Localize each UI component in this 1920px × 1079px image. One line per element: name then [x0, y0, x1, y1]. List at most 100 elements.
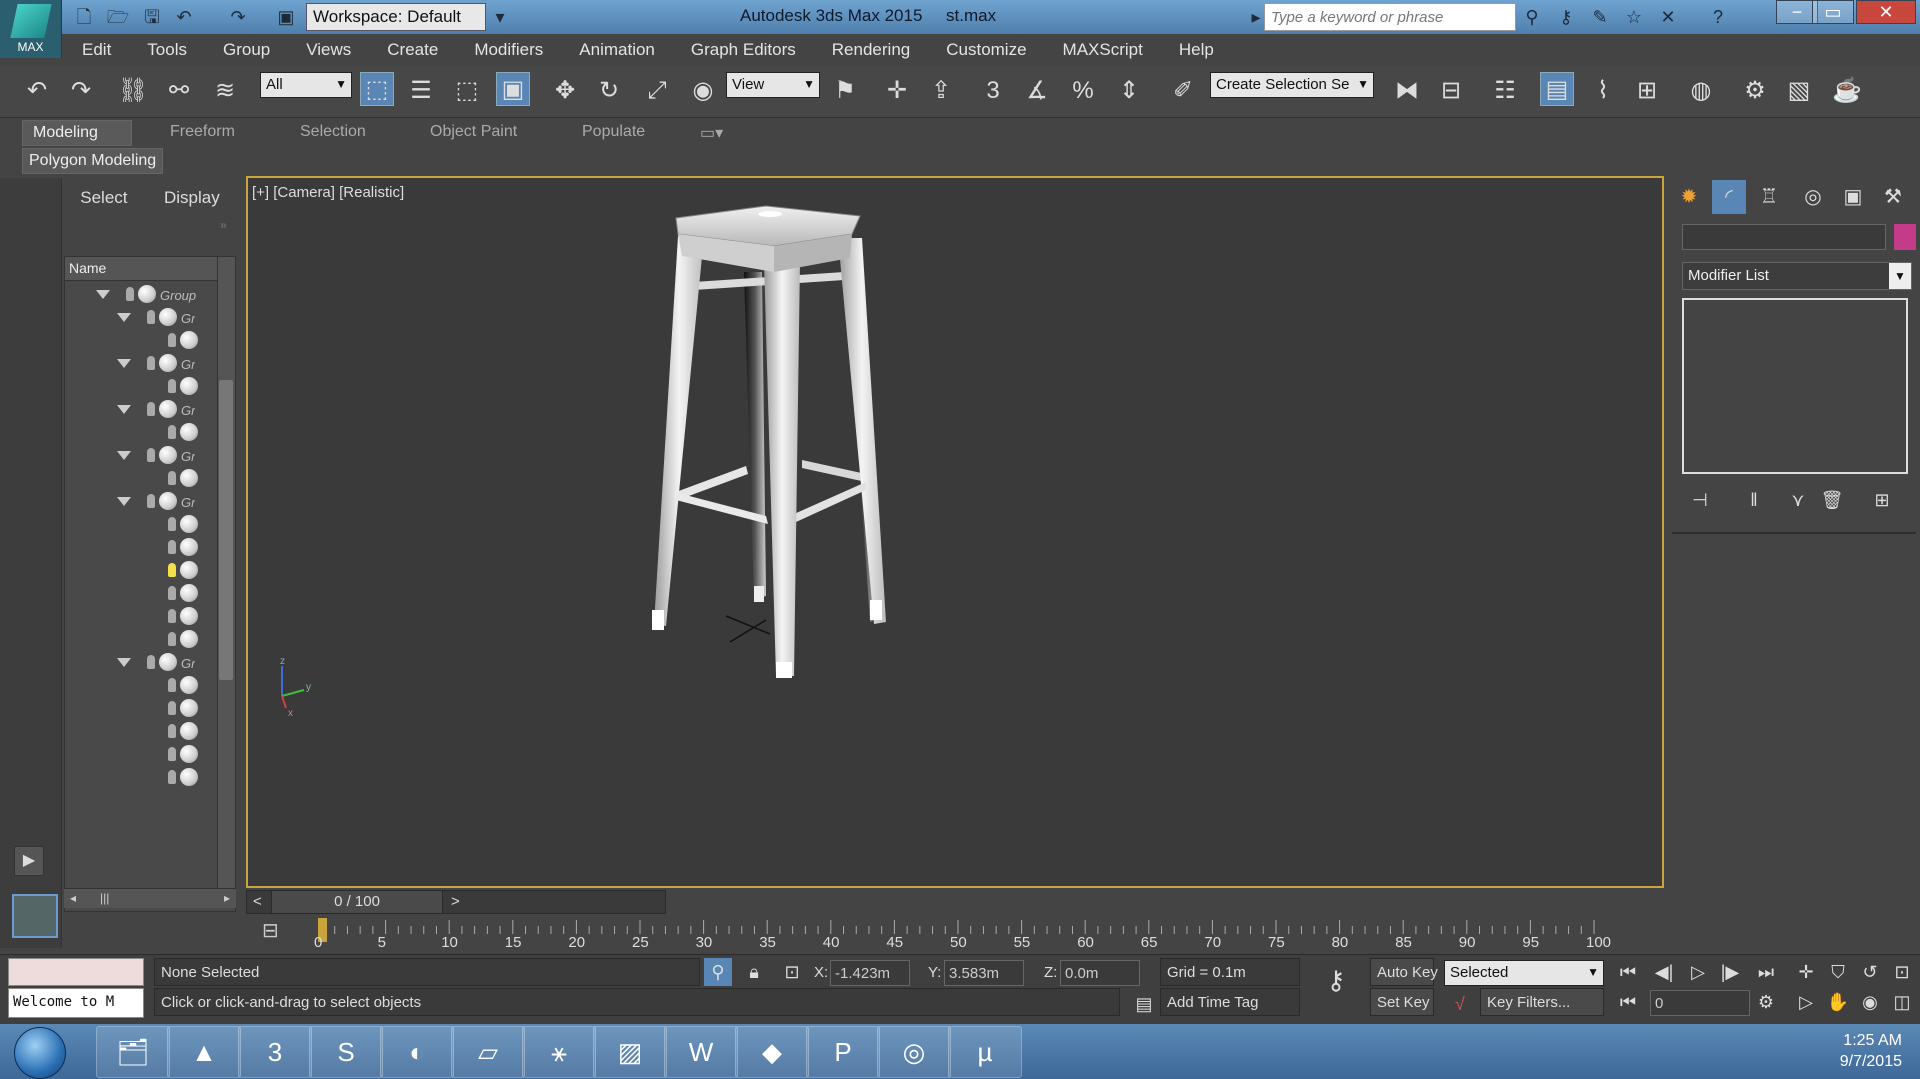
menu-tools[interactable]: Tools	[127, 40, 203, 60]
menu-maxscript[interactable]: MAXScript	[1043, 40, 1159, 60]
toggle-motion-mixer-icon[interactable]: ⊟	[262, 918, 292, 948]
create-tab-icon[interactable]: ✹	[1672, 180, 1706, 214]
menu-create[interactable]: Create	[367, 40, 454, 60]
key-icon[interactable]: ⚷	[1554, 5, 1578, 29]
menu-modifiers[interactable]: Modifiers	[454, 40, 559, 60]
field-of-view-icon[interactable]: ▷	[1792, 988, 1820, 1016]
key-mode-toggle-icon[interactable]: ⏮	[1614, 988, 1642, 1016]
binoculars-icon[interactable]: ⚲	[1520, 5, 1544, 29]
select-by-name-icon[interactable]: ☰	[404, 74, 438, 108]
display-tab-icon[interactable]: ▣	[1836, 180, 1870, 214]
rotate-icon[interactable]: ↻	[592, 74, 626, 108]
expand-triangle-icon[interactable]	[117, 497, 131, 506]
explorer-menu-display[interactable]: Display	[164, 188, 220, 208]
set-key-mode-icon[interactable]: ⚷	[1316, 966, 1356, 994]
expand-triangle-icon[interactable]	[117, 359, 131, 368]
explorer-scrollbar-thumb[interactable]	[219, 380, 233, 680]
object-color-swatch[interactable]	[1894, 224, 1916, 250]
lightbulb-icon[interactable]	[168, 724, 176, 738]
taskbar-figure-icon[interactable]: ⚹	[522, 1026, 596, 1078]
window-crossing-icon[interactable]: ▣	[496, 72, 530, 106]
taskbar-utorrent-icon[interactable]: µ	[948, 1026, 1022, 1078]
motion-tab-icon[interactable]: ◎	[1796, 180, 1830, 214]
tab-modeling[interactable]: Modeling	[22, 120, 132, 146]
ribbon-panel-polygon-modeling[interactable]: Polygon Modeling	[22, 148, 164, 174]
make-unique-icon[interactable]: ⋎	[1784, 486, 1812, 514]
tab-selection[interactable]: Selection	[290, 120, 376, 146]
scene-tree-row[interactable]	[70, 765, 216, 793]
start-button[interactable]	[14, 1027, 66, 1079]
taskbar-autocad-icon[interactable]: ▲	[167, 1026, 241, 1078]
auto-key-button[interactable]: Auto Key	[1370, 958, 1438, 986]
schematic-view-icon[interactable]: ⊞	[1630, 74, 1664, 108]
key-filters-button[interactable]: Key Filters...	[1480, 988, 1604, 1016]
rendered-frame-window-icon[interactable]: ▧	[1782, 74, 1816, 108]
key-curve-icon[interactable]: √	[1446, 990, 1474, 1018]
project-folder-icon[interactable]: ▣	[274, 5, 298, 29]
hierarchy-tab-icon[interactable]: ♖	[1752, 180, 1786, 214]
exchange-icon[interactable]: ✕	[1656, 5, 1680, 29]
go-to-end-icon[interactable]: ⏭	[1752, 958, 1780, 986]
material-editor-icon[interactable]: ◍	[1684, 74, 1718, 108]
snaps-toggle-icon[interactable]: 3	[976, 74, 1010, 108]
taskbar-cinema4d-icon[interactable]: ◐	[380, 1026, 454, 1078]
rectangular-selection-icon[interactable]: ⬚	[450, 74, 484, 108]
key-mode-dropdown[interactable]: Selected	[1444, 960, 1604, 986]
previous-frame-icon[interactable]: ◀|	[1650, 958, 1678, 986]
x-coord-field[interactable]: -1.423m	[830, 960, 910, 986]
quick-access-dropdown-icon[interactable]: ▾	[488, 5, 512, 29]
taskbar-explorer-icon[interactable]: 🗂	[96, 1026, 170, 1078]
maxscript-listener-input[interactable]	[8, 958, 144, 986]
lightbulb-icon[interactable]	[168, 586, 176, 600]
selection-lock-icon[interactable]: 🔒︎	[740, 958, 768, 986]
configure-modifier-sets-icon[interactable]: ⊞	[1868, 486, 1896, 514]
scroll-left-icon[interactable]: ◂	[70, 891, 76, 905]
expand-layout-icon[interactable]: ▶	[14, 846, 44, 876]
lightbulb-icon[interactable]	[168, 701, 176, 715]
bind-to-space-warp-icon[interactable]: ≋	[208, 74, 242, 108]
open-file-icon[interactable]: 🗁	[106, 5, 130, 29]
viewport-layout-thumbnail[interactable]	[12, 894, 58, 938]
expand-triangle-icon[interactable]	[117, 313, 131, 322]
lightbulb-icon[interactable]	[147, 448, 155, 462]
place-icon[interactable]: ◉	[686, 74, 720, 108]
remove-modifier-icon[interactable]: 🗑	[1818, 486, 1846, 514]
ribbon-options-icon[interactable]: ▭▾	[690, 120, 733, 146]
menu-group[interactable]: Group	[203, 40, 286, 60]
angle-snap-icon[interactable]: ∡	[1020, 74, 1054, 108]
expand-triangle-icon[interactable]	[96, 290, 110, 299]
lightbulb-icon[interactable]	[147, 655, 155, 669]
menu-animation[interactable]: Animation	[559, 40, 671, 60]
lightbulb-icon[interactable]	[147, 356, 155, 370]
move-icon[interactable]: ✥	[548, 74, 582, 108]
lightbulb-icon[interactable]	[168, 632, 176, 646]
explorer-expand-icon[interactable]: »	[220, 218, 227, 232]
lightbulb-icon[interactable]	[126, 287, 134, 301]
named-selection-sets-dropdown[interactable]: Create Selection Se	[1210, 72, 1374, 98]
menu-graph-editors[interactable]: Graph Editors	[671, 40, 812, 60]
reference-coordinate-dropdown[interactable]: View	[726, 72, 820, 98]
favorites-star-icon[interactable]: ☆	[1622, 5, 1646, 29]
y-coord-field[interactable]: 3.583m	[944, 960, 1024, 986]
add-time-tag-button[interactable]: Add Time Tag	[1160, 988, 1300, 1016]
current-frame-field[interactable]: 0	[1650, 990, 1750, 1016]
spinner-snap-icon[interactable]: ⇕	[1112, 74, 1146, 108]
render-setup-icon[interactable]: ⚙	[1738, 74, 1772, 108]
scroll-right-icon[interactable]: ▸	[224, 891, 230, 905]
time-slider-next[interactable]: >	[451, 893, 460, 910]
menu-customize[interactable]: Customize	[926, 40, 1042, 60]
time-slider-position[interactable]: 0 / 100	[271, 891, 443, 913]
pin-stack-icon[interactable]: ⊣	[1686, 486, 1714, 514]
zoom-viewport-icon[interactable]: ✛	[1792, 958, 1820, 986]
render-production-icon[interactable]: ☕	[1830, 74, 1864, 108]
scene-explorer-icon[interactable]: ▤	[1540, 72, 1574, 106]
lightbulb-icon[interactable]	[168, 517, 176, 531]
lightbulb-icon[interactable]	[168, 770, 176, 784]
walk-through-icon[interactable]: ◉	[1856, 988, 1884, 1016]
menu-views[interactable]: Views	[286, 40, 367, 60]
pivot-center-icon[interactable]: ⚑	[828, 74, 862, 108]
menu-rendering[interactable]: Rendering	[812, 40, 926, 60]
percent-snap-icon[interactable]: %	[1066, 74, 1100, 108]
pan-view-icon[interactable]: ✋	[1824, 988, 1852, 1016]
expand-triangle-icon[interactable]	[117, 405, 131, 414]
